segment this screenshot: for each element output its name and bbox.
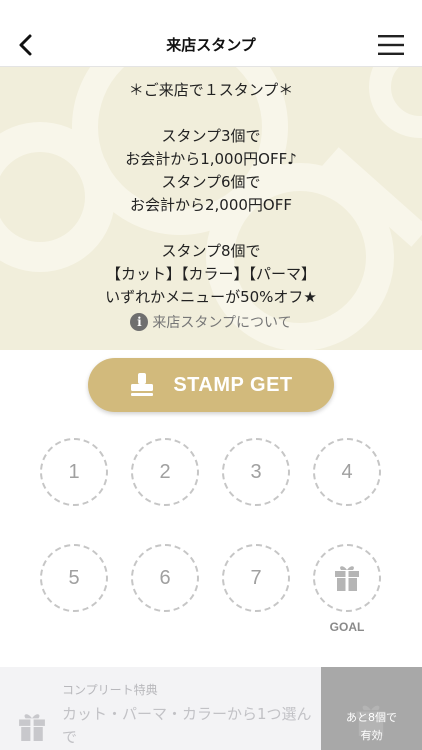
rule-line: 【カット】【カラー】【パーマ】 — [105, 265, 316, 283]
complete-reward-panel: コンプリート特典 カット・パーマ・カラーから1つ選んで — [0, 667, 321, 750]
goal-label: GOAL — [329, 620, 365, 634]
gift-icon — [335, 566, 359, 591]
stamp-slot-6: 6 — [131, 544, 199, 612]
rule-line: スタンプ6個で — [161, 173, 261, 191]
remaining-count-text: あと8個で 有効 — [321, 709, 422, 745]
stamp-get-button[interactable]: STAMP GET — [88, 358, 334, 412]
stamp-slot-5: 5 — [40, 544, 108, 612]
complete-description: カット・パーマ・カラーから1つ選んで — [62, 705, 312, 746]
remaining-line-1: あと8個で — [346, 711, 397, 724]
rule-line: お会計から1,000円OFF♪ — [125, 150, 297, 168]
status-bar — [0, 0, 422, 24]
stamp-slot-7: 7 — [222, 544, 290, 612]
stamp-slot-3: 3 — [222, 438, 290, 506]
stamp-slot-2: 2 — [131, 438, 199, 506]
rule-line: スタンプ8個で — [161, 242, 261, 260]
about-stamps-link[interactable]: i 来店スタンプについて — [0, 311, 422, 333]
menu-button[interactable] — [378, 33, 404, 57]
nav-bar: 来店スタンプ — [0, 24, 422, 67]
gift-icon — [19, 714, 45, 741]
hamburger-icon — [378, 35, 404, 55]
remaining-line-2: 有効 — [360, 729, 383, 742]
complete-caption: コンプリート特典 — [62, 683, 158, 697]
rule-line: ＊ご来店で１スタンプ＊ — [128, 81, 294, 99]
stamp-slot-1: 1 — [40, 438, 108, 506]
rule-line: お会計から2,000円OFF — [129, 196, 292, 214]
rule-line: スタンプ3個で — [161, 127, 261, 145]
page-title: 来店スタンプ — [166, 36, 256, 54]
stamp-slot-goal — [313, 544, 381, 612]
info-icon: i — [130, 313, 149, 331]
stamp-info-banner: ＊ご来店で１スタンプ＊ スタンプ3個で お会計から1,000円OFF♪ スタンプ… — [0, 67, 422, 350]
remaining-stamps-panel: あと8個で 有効 — [321, 667, 422, 750]
rule-line: いずれかメニューが50%オフ★ — [105, 288, 317, 306]
stamp-slot-4: 4 — [313, 438, 381, 506]
stamp-rules-text: ＊ご来店で１スタンプ＊ スタンプ3個で お会計から1,000円OFF♪ スタンプ… — [0, 79, 422, 309]
stamp-icon — [131, 373, 154, 396]
stamp-get-label: STAMP GET — [173, 373, 293, 396]
about-stamps-label: 来店スタンプについて — [152, 315, 292, 331]
